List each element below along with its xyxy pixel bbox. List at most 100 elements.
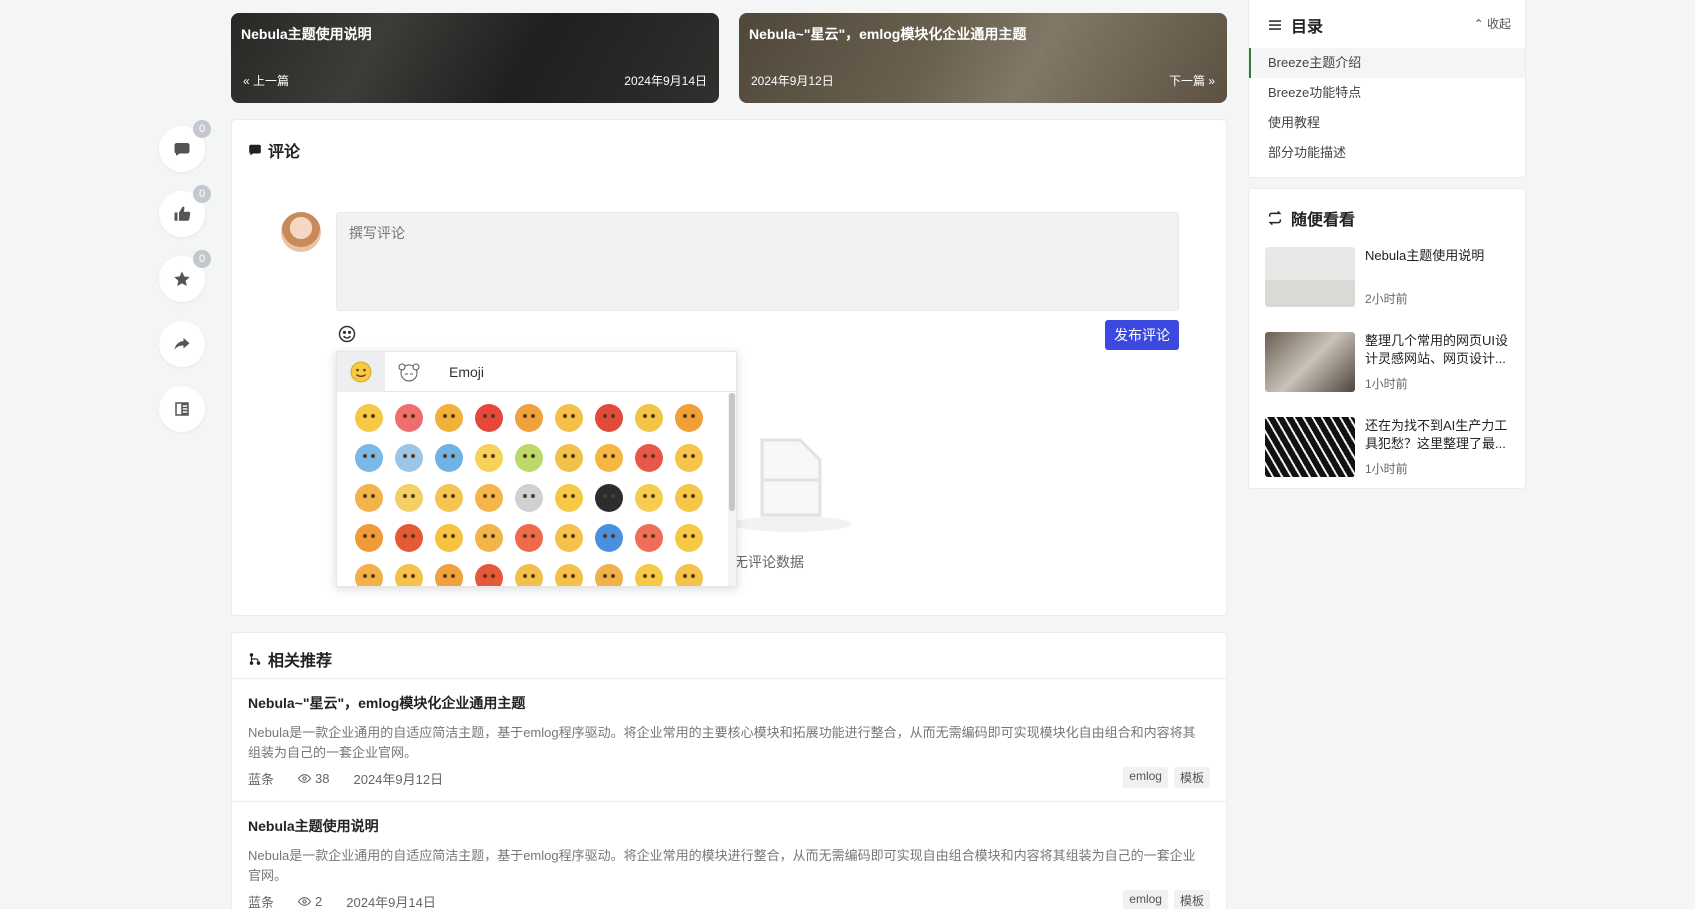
tag[interactable]: 模板 [1173,767,1210,788]
emoji-face-icon [595,484,623,512]
related-item-title[interactable]: Nebula主题使用说明 [248,816,1210,836]
emoji-cell[interactable] [349,404,389,444]
prev-post-date: 2024年9月14日 [624,74,707,88]
emoji-cell[interactable] [509,404,549,444]
emoji-tab-default[interactable] [337,352,385,392]
bear-face-icon [398,363,420,381]
emoji-tab-emoji[interactable]: Emoji [449,364,484,380]
tag[interactable]: emlog [1123,767,1168,788]
emoji-cell[interactable] [669,404,709,444]
emoji-cell[interactable] [429,404,469,444]
random-item-title[interactable]: 整理几个常用的网页UI设计灵感网站、网页设计... [1365,332,1511,368]
emoji-cell[interactable] [349,524,389,564]
submit-comment-button[interactable]: 发布评论 [1105,320,1179,350]
emoji-cell[interactable] [669,484,709,524]
comment-textarea[interactable] [336,212,1179,311]
emoji-cell[interactable] [429,524,469,564]
emoji-cell[interactable] [549,524,589,564]
random-item-title[interactable]: Nebula主题使用说明 [1365,247,1511,265]
emoji-cell[interactable] [389,484,429,524]
emoji-cell[interactable] [549,564,589,586]
emoji-cell[interactable] [429,444,469,484]
tag[interactable]: 模板 [1173,890,1210,909]
prev-post-card[interactable]: Nebula主题使用说明 « 上一篇 2024年9月14日 [231,13,719,103]
toc-collapse-button[interactable]: ⌃ 收起 [1474,15,1511,32]
emoji-face-icon [675,524,703,552]
emoji-toggle-button[interactable] [337,324,357,344]
emoji-cell[interactable] [629,564,669,586]
related-item[interactable]: Nebula主题使用说明 Nebula是一款企业通用的自适应简洁主题，基于eml… [232,802,1226,909]
emoji-face-icon [515,524,543,552]
emoji-cell[interactable] [669,524,709,564]
emoji-cell[interactable] [669,444,709,484]
emoji-scrollbar[interactable] [728,393,736,586]
next-post-card[interactable]: Nebula~"星云"，emlog模块化企业通用主题 2024年9月12日 下一… [739,13,1227,103]
comment-icon [174,143,190,156]
emoji-cell[interactable] [589,564,629,586]
comment-count-badge: 0 [193,120,211,138]
emoji-cell[interactable] [429,564,469,586]
emoji-cell[interactable] [629,484,669,524]
random-item[interactable]: 整理几个常用的网页UI设计灵感网站、网页设计... 1小时前 [1265,332,1515,392]
emoji-cell[interactable] [469,404,509,444]
emoji-cell[interactable] [509,444,549,484]
related-item-title[interactable]: Nebula~"星云"，emlog模块化企业通用主题 [248,693,1210,713]
emoji-cell[interactable] [469,484,509,524]
emoji-face-icon [595,404,623,432]
emoji-cell[interactable] [509,524,549,564]
emoji-tab-bear[interactable] [385,352,433,392]
emoji-face-icon [515,484,543,512]
emoji-cell[interactable] [629,524,669,564]
emoji-cell[interactable] [389,564,429,586]
emoji-cell[interactable] [389,444,429,484]
emoji-cell[interactable] [589,444,629,484]
related-item-desc: Nebula是一款企业通用的自适应简洁主题，基于emlog程序驱动。将企业常用的… [248,725,1196,760]
emoji-cell[interactable] [549,404,589,444]
reader-mode-button[interactable] [159,386,205,432]
random-title: 随便看看 [1291,212,1356,229]
emoji-cell[interactable] [429,484,469,524]
like-action-button[interactable]: 0 [159,185,211,237]
author-name[interactable]: 蓝条 [248,892,274,909]
emoji-cell[interactable] [349,444,389,484]
emoji-scrollbar-thumb[interactable] [729,393,735,511]
emoji-cell[interactable] [469,444,509,484]
emoji-cell[interactable] [629,444,669,484]
toc-item[interactable]: Breeze功能特点 [1249,78,1525,108]
emoji-cell[interactable] [589,404,629,444]
random-item[interactable]: 还在为找不到AI生产力工具犯愁？这里整理了最... 1小时前 [1265,417,1515,477]
random-item[interactable]: Nebula主题使用说明 2小时前 [1265,247,1515,307]
emoji-cell[interactable] [349,484,389,524]
emoji-cell[interactable] [589,524,629,564]
emoji-cell[interactable] [469,524,509,564]
emoji-cell[interactable] [549,484,589,524]
toc-item[interactable]: Breeze主题介绍 [1249,48,1525,78]
emoji-cell[interactable] [669,564,709,586]
toc-item[interactable]: 部分功能描述 [1249,138,1525,168]
emoji-face-icon [515,444,543,472]
emoji-cell[interactable] [629,404,669,444]
random-item-title[interactable]: 还在为找不到AI生产力工具犯愁？这里整理了最... [1365,417,1511,453]
favorite-action-button[interactable]: 0 [159,250,211,302]
share-action-button[interactable] [159,321,205,367]
emoji-face-icon [395,404,423,432]
emoji-cell[interactable] [509,564,549,586]
emoji-face-icon [475,524,503,552]
emoji-cell[interactable] [389,524,429,564]
emoji-cell[interactable] [509,484,549,524]
toc-item[interactable]: 使用教程 [1249,108,1525,138]
random-item-thumbnail[interactable] [1265,332,1355,392]
tag[interactable]: emlog [1123,890,1168,909]
author-name[interactable]: 蓝条 [248,769,274,788]
smile-face-icon [350,361,372,382]
emoji-cell[interactable] [589,484,629,524]
emoji-cell[interactable] [349,564,389,586]
emoji-face-icon [555,524,583,552]
emoji-cell[interactable] [469,564,509,586]
emoji-cell[interactable] [549,444,589,484]
random-item-thumbnail[interactable] [1265,247,1355,307]
related-item[interactable]: Nebula~"星云"，emlog模块化企业通用主题 Nebula是一款企业通用… [232,679,1226,802]
comment-action-button[interactable]: 0 [159,120,211,172]
random-item-thumbnail[interactable] [1265,417,1355,477]
emoji-cell[interactable] [389,404,429,444]
